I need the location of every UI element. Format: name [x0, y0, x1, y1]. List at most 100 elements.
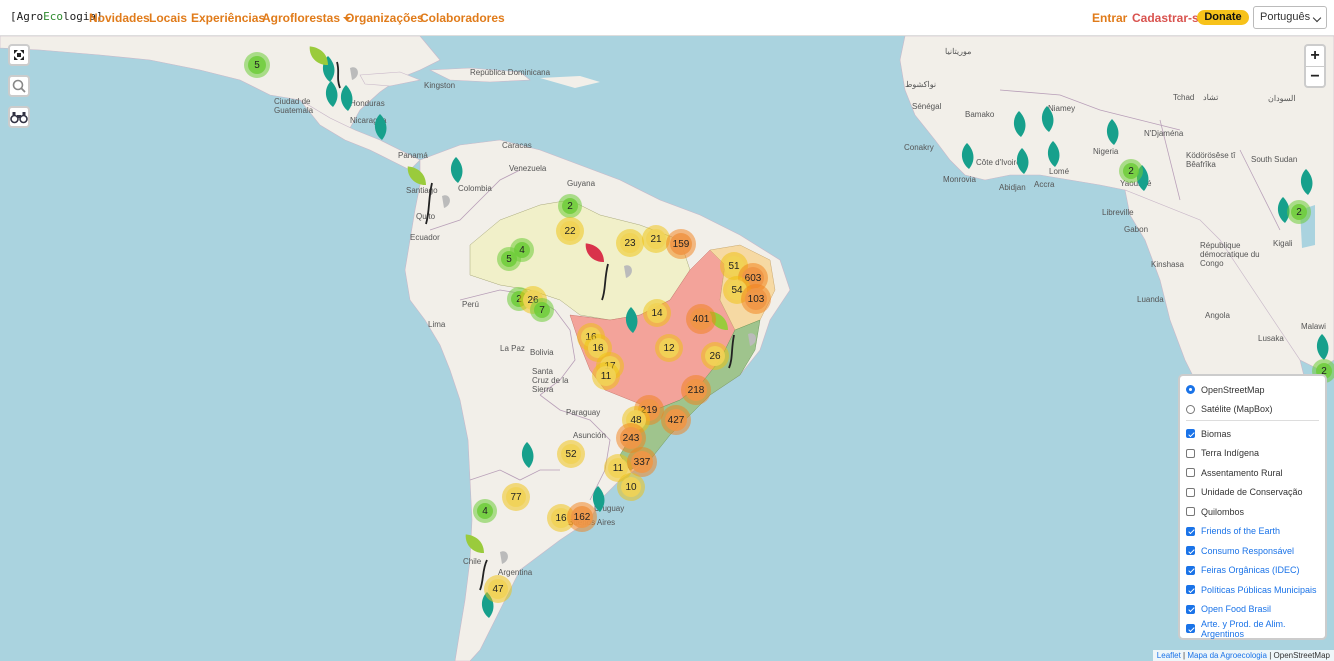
cluster-count: 2: [562, 198, 578, 214]
place-label: موريتانيا: [945, 47, 972, 56]
leaflet-link[interactable]: Leaflet: [1157, 651, 1181, 660]
cluster-marker[interactable]: 103: [741, 284, 771, 314]
overlay-link[interactable]: Arte. y Prod. de Alim. Argentinos: [1201, 619, 1319, 639]
cluster-marker[interactable]: 5: [244, 52, 270, 78]
cluster-count: 7: [534, 302, 550, 318]
overlay-link[interactable]: Consumo Responsável: [1201, 546, 1294, 556]
language-select[interactable]: Português: [1253, 6, 1327, 29]
overlay-option[interactable]: Assentamento Rural: [1186, 463, 1319, 483]
cluster-marker[interactable]: 427: [661, 405, 691, 435]
cluster-marker[interactable]: 14: [643, 299, 671, 327]
brand-eco: Eco: [43, 10, 63, 23]
place-label: Monrovia: [943, 175, 976, 184]
cluster-marker[interactable]: 12: [655, 334, 683, 362]
cluster-marker[interactable]: 7: [530, 298, 554, 322]
radio-unselected[interactable]: [1186, 404, 1195, 414]
locate-button[interactable]: [8, 106, 30, 128]
overlay-option[interactable]: Feiras Orgânicas (IDEC): [1186, 561, 1319, 581]
place-label: Santa Cruz de la Sierra: [532, 367, 569, 394]
osm-attribution: OpenStreetMap: [1273, 651, 1330, 660]
cluster-marker[interactable]: 26: [701, 342, 729, 370]
mapa-agroecologia-link[interactable]: Mapa da Agroecologia: [1187, 651, 1267, 660]
cluster-marker[interactable]: 4: [473, 499, 497, 523]
checkbox-checked[interactable]: [1186, 526, 1195, 536]
overlay-option[interactable]: Biomas: [1186, 424, 1319, 444]
cluster-marker[interactable]: 22: [556, 217, 584, 245]
search-icon: [12, 79, 26, 93]
donate-button[interactable]: Donate: [1197, 10, 1249, 25]
place-label: La Paz: [500, 344, 525, 353]
fullscreen-button[interactable]: [8, 44, 30, 66]
place-label: Lusaka: [1258, 334, 1284, 343]
login-link[interactable]: Entrar: [1092, 11, 1127, 25]
cluster-count: 52: [561, 444, 581, 464]
cluster-count: 2: [1291, 204, 1307, 220]
binoculars-icon: [10, 112, 28, 124]
cluster-marker[interactable]: 162: [567, 502, 597, 532]
checkbox-checked[interactable]: [1186, 429, 1195, 439]
cluster-marker[interactable]: 77: [502, 483, 530, 511]
overlay-link[interactable]: Open Food Brasil: [1201, 604, 1271, 614]
nav-locais[interactable]: Locais: [149, 11, 187, 25]
overlay-link[interactable]: Políticas Públicas Municipais: [1201, 585, 1317, 595]
overlay-option[interactable]: Friends of the Earth: [1186, 522, 1319, 542]
place-label: نواكشوط: [905, 80, 937, 89]
cluster-marker[interactable]: 11: [592, 362, 620, 390]
place-label: Paraguay: [566, 408, 601, 417]
radio-selected[interactable]: [1186, 385, 1195, 395]
overlay-option[interactable]: Políticas Públicas Municipais: [1186, 580, 1319, 600]
overlay-option[interactable]: Unidade de Conservação: [1186, 483, 1319, 503]
nav-agroflorestas-dropdown[interactable]: Agroflorestas: [262, 11, 352, 25]
base-layer-label: Satélite (MapBox): [1201, 404, 1273, 415]
layers-control: OpenStreetMap Satélite (MapBox) Biomas T…: [1178, 374, 1327, 640]
place-label: N'Djaména: [1144, 129, 1184, 138]
place-label: Angola: [1205, 311, 1230, 320]
cluster-marker[interactable]: 10: [617, 473, 645, 501]
checkbox-unchecked[interactable]: [1186, 448, 1195, 458]
place-label: Bamako: [965, 110, 995, 119]
checkbox-unchecked[interactable]: [1186, 507, 1195, 517]
zoom-out-button[interactable]: −: [1306, 66, 1324, 86]
cluster-marker[interactable]: 401: [686, 304, 716, 334]
zoom-in-button[interactable]: +: [1306, 46, 1324, 66]
nav-colaboradores[interactable]: Colaboradores: [420, 11, 505, 25]
checkbox-checked[interactable]: [1186, 624, 1195, 634]
cluster-marker[interactable]: 218: [681, 375, 711, 405]
search-button[interactable]: [8, 75, 30, 97]
overlay-option[interactable]: Open Food Brasil: [1186, 600, 1319, 620]
cluster-marker[interactable]: 47: [484, 575, 512, 603]
place-label: Sénégal: [912, 102, 942, 111]
overlay-option[interactable]: Quilombos: [1186, 502, 1319, 522]
base-layer-option[interactable]: Satélite (MapBox): [1186, 400, 1319, 420]
map-canvas[interactable]: + − Kingston República Dominicana Caraca…: [0, 36, 1334, 661]
cluster-marker[interactable]: 5: [497, 247, 521, 271]
checkbox-checked[interactable]: [1186, 604, 1195, 614]
cluster-count: 162: [571, 506, 593, 528]
checkbox-checked[interactable]: [1186, 565, 1195, 575]
base-layer-option[interactable]: OpenStreetMap: [1186, 380, 1319, 400]
signup-link[interactable]: Cadastrar-se: [1132, 11, 1205, 25]
nav-novidades[interactable]: Novidades: [89, 11, 150, 25]
checkbox-checked[interactable]: [1186, 546, 1195, 556]
nav-organizacoes[interactable]: Organizações: [345, 11, 424, 25]
map-attribution: Leaflet | Mapa da Agroecologia | OpenStr…: [1152, 650, 1334, 661]
place-label: Abidjan: [999, 183, 1026, 192]
cluster-marker[interactable]: 159: [666, 229, 696, 259]
cluster-marker[interactable]: 2: [1119, 159, 1143, 183]
cluster-marker[interactable]: 52: [557, 440, 585, 468]
place-label: Venezuela: [509, 164, 547, 173]
checkbox-unchecked[interactable]: [1186, 487, 1195, 497]
overlay-option[interactable]: Consumo Responsável: [1186, 541, 1319, 561]
overlay-link[interactable]: Feiras Orgânicas (IDEC): [1201, 565, 1300, 575]
cluster-marker[interactable]: 2: [558, 194, 582, 218]
cluster-marker[interactable]: 23: [616, 229, 644, 257]
overlay-label: Unidade de Conservação: [1201, 487, 1303, 498]
checkbox-checked[interactable]: [1186, 585, 1195, 595]
checkbox-unchecked[interactable]: [1186, 468, 1195, 478]
cluster-marker[interactable]: 2: [1287, 200, 1311, 224]
overlay-option[interactable]: Arte. y Prod. de Alim. Argentinos: [1186, 619, 1319, 639]
overlay-link[interactable]: Friends of the Earth: [1201, 526, 1280, 536]
cluster-count: 337: [631, 451, 653, 473]
overlay-option[interactable]: Terra Indígena: [1186, 444, 1319, 464]
nav-experiencias[interactable]: Experiências: [191, 11, 265, 25]
